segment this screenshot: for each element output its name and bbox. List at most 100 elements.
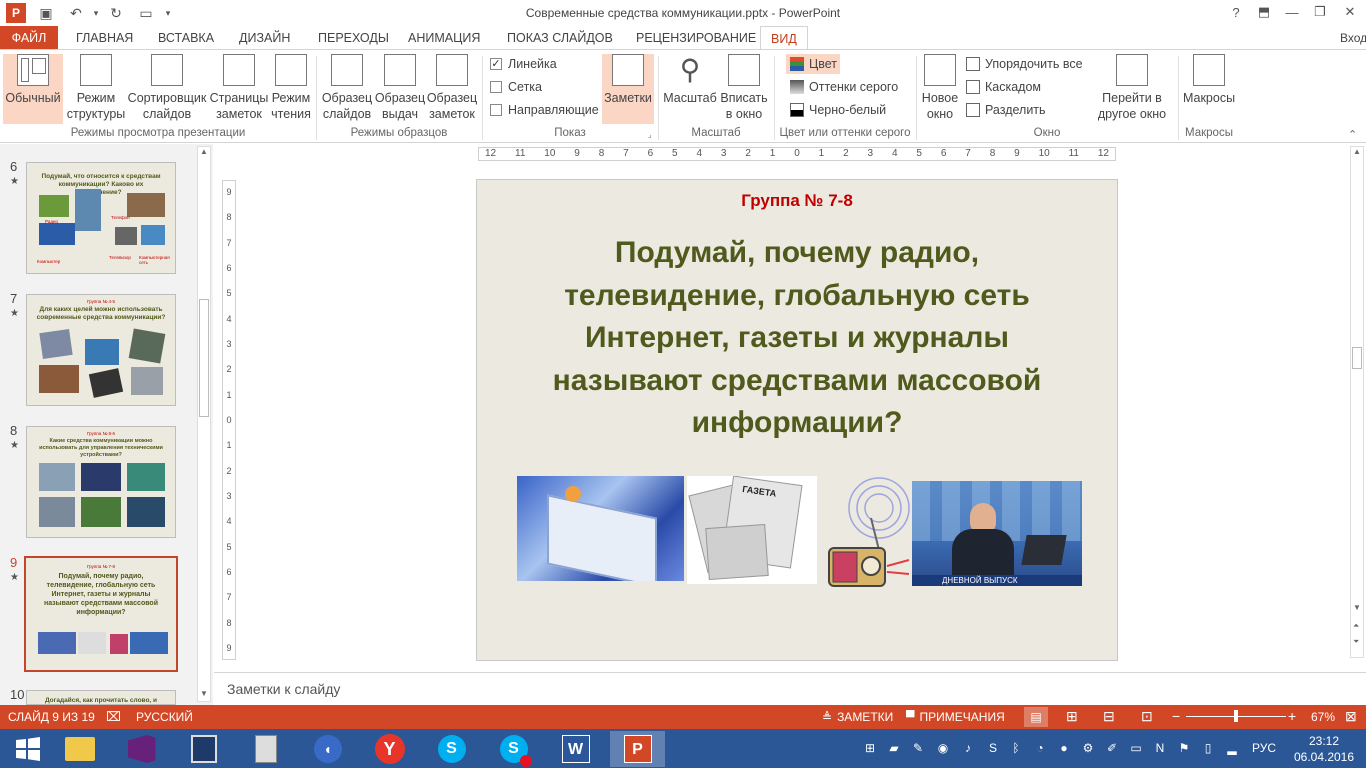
sign-in-link[interactable]: Вход [1340,31,1366,45]
notes-page-button[interactable]: Страницы заметок [208,54,270,124]
zoom-out-icon[interactable]: − [1172,708,1180,724]
scroll-thumb[interactable] [1352,347,1362,369]
slide-thumbnail-8[interactable]: Группа № 8-6 Какие средства коммуникации… [26,426,176,538]
tray-app-icon[interactable]: ● [1056,741,1072,757]
handout-master-button[interactable]: Образец выдач [374,54,426,124]
outline-view-button[interactable]: Режим структуры [66,54,126,124]
switch-windows-button[interactable]: Перейти в другое окно [1090,54,1174,124]
tray-bluetooth-icon[interactable]: ᛒ [1008,741,1024,757]
taskbar-visual-studio[interactable] [114,731,169,767]
collapse-ribbon-icon[interactable]: ⌃ [1348,128,1357,141]
tray-flag-icon[interactable]: ⚑ [1176,741,1192,757]
notes-pane[interactable]: Заметки к слайду [214,672,1366,705]
scroll-down-icon[interactable]: ▼ [200,689,208,698]
taskbar-calculator[interactable] [238,731,293,767]
tray-icon-notes[interactable]: ▰ [886,741,902,757]
taskbar-floppy-app[interactable] [176,731,231,767]
color-button[interactable]: Цвет [786,54,840,74]
zoom-button[interactable]: ⚲ Масштаб [662,54,718,124]
tray-app-icon[interactable]: ⚙ [1080,741,1096,757]
spellcheck-icon[interactable]: ⌧ [106,709,121,725]
minimize-icon[interactable]: — [1278,2,1306,22]
taskbar-yandex[interactable]: Y [362,731,417,767]
notes-master-button[interactable]: Образец заметок [426,54,478,124]
tab-design[interactable]: ДИЗАЙН [229,26,300,50]
tray-battery-icon[interactable]: ▯ [1200,741,1216,757]
zoom-slider[interactable] [1186,710,1286,722]
clock[interactable]: 23:12 06.04.2016 [1292,733,1356,765]
language-indicator[interactable]: РУССКИЙ [136,710,193,724]
reading-view-button[interactable]: Режим чтения [270,54,312,124]
reading-view-status-icon[interactable]: ⊟ [1103,708,1115,725]
tray-network-icon[interactable]: ▂ [1224,741,1240,757]
split-button[interactable]: Разделить [966,100,1046,120]
tray-app-icon[interactable]: ◔ [1032,741,1048,757]
restore-icon[interactable]: ❐ [1306,2,1334,22]
grayscale-button[interactable]: Оттенки серого [790,77,898,97]
slide-scrollbar[interactable]: ▲ ▼ ⏶ ⏷ [1350,146,1364,658]
dialog-launcher-icon[interactable]: ⌟ [648,130,652,139]
taskbar-explorer[interactable] [52,731,107,767]
tray-icon-app[interactable]: ✎ [910,741,926,757]
notes-toggle-button[interactable]: Заметки [602,54,654,124]
taskbar-skype[interactable]: S [424,731,479,767]
slide-thumbnail-10[interactable]: Догадайся, как прочитать слово, и [26,690,176,705]
normal-view-status-icon[interactable]: ▤ [1024,707,1048,727]
slide-thumbnail-7[interactable]: Группа № 4-5 Для каких целей можно испол… [26,294,176,406]
scroll-up-icon[interactable]: ▲ [200,147,208,156]
notes-status-button[interactable]: ≜ ЗАМЕТКИ [822,710,893,724]
tray-icon-eye[interactable]: ◉ [935,741,951,757]
zoom-in-icon[interactable]: + [1288,708,1296,724]
tab-view[interactable]: ВИД [760,26,808,51]
zoom-level[interactable]: 67% [1311,710,1335,724]
tray-app-icon[interactable]: N [1152,741,1168,757]
slideshow-status-icon[interactable]: ⊡ [1141,708,1153,725]
scroll-down-icon[interactable]: ▼ [1353,603,1361,612]
next-slide-icon[interactable]: ⏷ [1353,637,1359,647]
slide-thumbnail-6[interactable]: Подумай, что относится к средствам комму… [26,162,176,274]
zoom-slider-thumb[interactable] [1234,710,1238,722]
tab-insert[interactable]: ВСТАВКА [148,26,224,50]
taskbar-powerpoint[interactable]: P [610,731,665,767]
ruler-checkbox[interactable]: ✓ Линейка [490,54,557,74]
tray-display-icon[interactable]: ▭ [1128,741,1144,757]
fit-slide-icon[interactable]: ⊠ [1345,708,1357,725]
slide-sorter-button[interactable]: Сортировщик слайдов [128,54,206,124]
arrange-all-button[interactable]: Упорядочить все [966,54,1083,74]
slide-master-button[interactable]: Образец слайдов [320,54,374,124]
previous-slide-icon[interactable]: ⏶ [1353,621,1359,631]
taskbar-media-player[interactable]: ◖ [300,731,355,767]
ribbon-display-options-icon[interactable]: ⬒ [1250,2,1278,22]
tab-transitions[interactable]: ПЕРЕХОДЫ [308,26,399,50]
current-slide[interactable]: Группа № 7-8 Подумай, почему радио, теле… [476,179,1118,661]
tab-slideshow[interactable]: ПОКАЗ СЛАЙДОВ [497,26,623,50]
close-icon[interactable]: ✕ [1336,2,1364,22]
grid-checkbox[interactable]: Сетка [490,77,542,97]
scroll-thumb[interactable] [199,299,209,417]
black-white-button[interactable]: Черно-белый [790,100,886,120]
slide-sorter-status-icon[interactable]: ⊞ [1066,708,1078,725]
tab-animations[interactable]: АНИМАЦИЯ [398,26,490,50]
tray-volume-icon[interactable]: ♪ [960,741,976,757]
macros-button[interactable]: Макросы [1182,54,1236,124]
tab-file[interactable]: ФАЙЛ [0,26,58,50]
taskbar-skype-2[interactable]: S [486,731,541,767]
fit-to-window-button[interactable]: Вписать в окно [718,54,770,124]
taskbar-word[interactable]: W [548,731,603,767]
start-button[interactable] [0,731,55,767]
help-button[interactable]: ? [1222,2,1250,22]
input-language[interactable]: РУС [1252,741,1276,755]
thumbnails-scrollbar[interactable]: ▲ ▼ [197,146,211,702]
comments-status-button[interactable]: ▀ ПРИМЕЧАНИЯ [906,710,1005,724]
cascade-button[interactable]: Каскадом [966,77,1041,97]
tray-app-icon[interactable]: ✐ [1104,741,1120,757]
tray-icon-windows[interactable]: ⊞ [862,741,878,757]
new-window-button[interactable]: Новое окно [918,54,962,124]
scroll-up-icon[interactable]: ▲ [1353,147,1361,156]
normal-view-button[interactable]: Обычный [3,54,63,124]
slide-thumbnail-9[interactable]: Группа № 7-8 Подумай, почему радио, теле… [24,556,178,672]
tab-home[interactable]: ГЛАВНАЯ [66,26,143,50]
tray-skype-icon[interactable]: S [985,741,1001,757]
tab-review[interactable]: РЕЦЕНЗИРОВАНИЕ [626,26,766,50]
guides-checkbox[interactable]: Направляющие [490,100,599,120]
